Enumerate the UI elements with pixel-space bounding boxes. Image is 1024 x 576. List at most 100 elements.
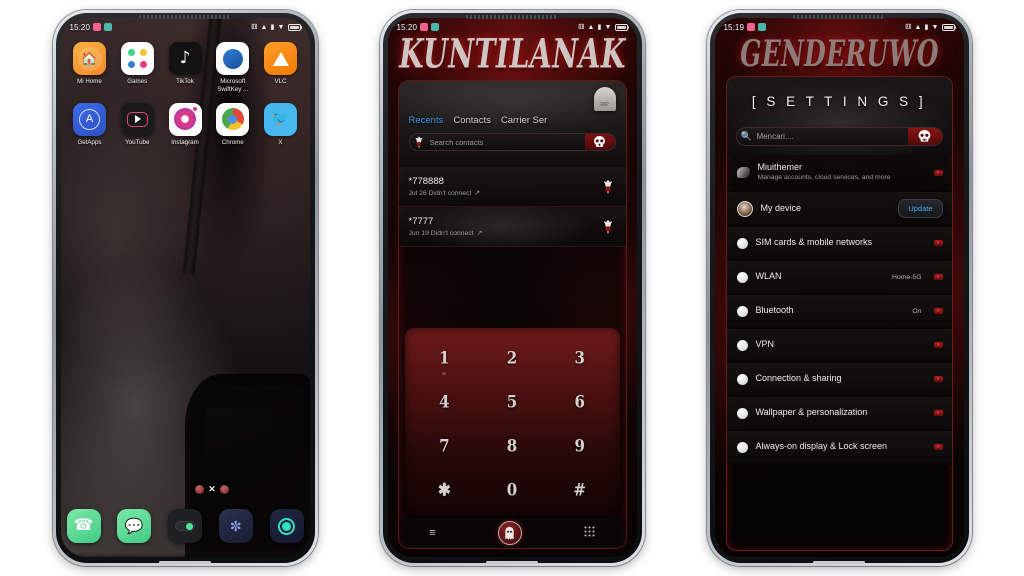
- tab-recents[interactable]: Recents: [409, 115, 444, 126]
- battery-icon: [941, 23, 956, 31]
- status-time: 15:19: [723, 22, 745, 32]
- settings-item-text: Wallpaper & personalization: [756, 407, 926, 418]
- skull-icon[interactable]: [907, 128, 942, 145]
- search-contacts-input[interactable]: Search contacts: [408, 133, 616, 151]
- dock-toggle-widget[interactable]: [168, 509, 202, 543]
- getapps-icon: A: [73, 102, 106, 136]
- theme-title: GENDERUWO: [739, 34, 939, 76]
- app-youtube[interactable]: YouTube: [115, 102, 159, 147]
- menu-icon[interactable]: ≡: [429, 527, 435, 539]
- notification-icon-2: [758, 23, 767, 31]
- settings-item-always-on-display[interactable]: Always-on display & Lock screen ›: [726, 431, 952, 466]
- settings-item-wallpaper[interactable]: Wallpaper & personalization ›: [726, 397, 952, 432]
- status-bar: 15:20 ⚅ ▲ ▮ ▼: [388, 18, 637, 36]
- call-row[interactable]: *7777 Jun 19 Didn't connect ↗: [398, 207, 626, 247]
- dialpad-key-hash[interactable]: #: [546, 468, 614, 512]
- dialpad-key-0[interactable]: 0: [478, 468, 546, 512]
- sim-icon: ▮: [270, 23, 275, 31]
- settings-item-bluetooth[interactable]: Bluetooth On ›: [726, 295, 952, 330]
- smudge-icon: [736, 167, 750, 179]
- call-number: *778888: [408, 176, 444, 187]
- app-x[interactable]: 🐦 X: [259, 102, 303, 147]
- dock-phone-icon[interactable]: ☎: [66, 509, 101, 543]
- instagram-icon: [168, 102, 202, 136]
- app-label: VLC: [274, 78, 287, 85]
- bluetooth-icon: ⚅: [578, 23, 585, 31]
- dialpad-row: 7 8 9: [411, 424, 614, 468]
- app-getapps[interactable]: A GetApps: [68, 102, 112, 147]
- dialpad-key-4[interactable]: 4: [411, 380, 479, 424]
- dialpad-key-6[interactable]: 6: [546, 380, 614, 424]
- dock-camera-icon[interactable]: [269, 509, 304, 543]
- chevron-right-icon: ›: [933, 410, 943, 417]
- page-title: [ S E T T I N G S ]: [751, 94, 927, 109]
- settings-item-vpn[interactable]: VPN ›: [726, 329, 952, 364]
- phone-home-screen: 15:20 ⚅ ▲ ▮ ▼ 🏠 Mi Home Games ♪ TikTok M…: [52, 10, 318, 566]
- app-swiftkey[interactable]: Microsoft SwiftKey ...: [211, 42, 255, 94]
- settings-item-miuithemer[interactable]: Miuithemer Manage accounts, cloud servic…: [726, 155, 952, 193]
- app-chrome[interactable]: Chrome: [211, 102, 255, 147]
- dialpad-key-2[interactable]: 2: [478, 336, 546, 380]
- page-dot-1[interactable]: [195, 485, 205, 494]
- app-tiktok[interactable]: ♪ TikTok: [163, 42, 207, 94]
- settings-panel: [ S E T T I N G S ] 🔍 Mencari.... Miuith…: [725, 76, 953, 551]
- settings-item-connection-sharing[interactable]: Connection & sharing ›: [726, 363, 952, 398]
- status-time: 15:20: [69, 22, 91, 32]
- app-label: GetApps: [77, 138, 102, 146]
- page-indicator[interactable]: ✕: [61, 484, 310, 495]
- dialpad-key-star[interactable]: ✱: [411, 468, 479, 512]
- status-bar-left: 15:20: [397, 23, 440, 32]
- phones-stage: 15:20 ⚅ ▲ ▮ ▼ 🏠 Mi Home Games ♪ TikTok M…: [0, 0, 1024, 576]
- app-vlc[interactable]: VLC: [259, 42, 303, 94]
- sim-icon: ▮: [924, 23, 929, 31]
- skull-icon[interactable]: [584, 134, 615, 150]
- app-mi-home[interactable]: 🏠 Mi Home: [68, 42, 112, 94]
- dialpad-key-8[interactable]: 8: [478, 424, 546, 468]
- dialpad-key-7[interactable]: 7: [411, 424, 479, 468]
- dialpad-key-3[interactable]: 3: [546, 336, 614, 380]
- settings-item-my-device[interactable]: My device Update: [726, 192, 952, 228]
- settings-item-text: Miuithemer Manage accounts, cloud servic…: [758, 162, 926, 183]
- tiktok-icon: ♪: [168, 42, 202, 75]
- dock-gallery-icon[interactable]: ✼: [218, 509, 253, 543]
- app-label: TikTok: [176, 78, 194, 85]
- page-dot-2[interactable]: [219, 485, 229, 494]
- settings-search-input[interactable]: 🔍 Mencari....: [735, 127, 943, 146]
- status-bar-left: 15:20: [70, 23, 113, 32]
- bluetooth-icon: ⚅: [251, 23, 258, 31]
- app-label: Mi Home: [77, 78, 102, 85]
- dialpad-key-9[interactable]: 9: [546, 424, 614, 468]
- tab-carrier-services[interactable]: Carrier Ser: [501, 115, 547, 126]
- phone-screen: 15:20 ⚅ ▲ ▮ ▼ KUNTILANAK RIP Recents Con…: [387, 18, 637, 557]
- app-label: YouTube: [125, 138, 150, 146]
- phone-screen: 15:19 ⚅ ▲ ▮ ▼ GENDERUWO [ S E T T I N G …: [714, 18, 964, 557]
- search-icon: 🔍: [740, 131, 753, 141]
- status-bar: 15:19 ⚅ ▲ ▮ ▼: [715, 18, 964, 36]
- update-button[interactable]: Update: [898, 199, 943, 219]
- settings-item-text: VPN: [756, 339, 926, 350]
- ghost-icon[interactable]: [600, 217, 616, 237]
- vlc-icon: [264, 42, 297, 75]
- settings-item-wlan[interactable]: WLAN Home-5G ›: [726, 261, 952, 296]
- dock-messages-icon[interactable]: 💬: [117, 509, 152, 543]
- settings-item-sim-cards[interactable]: SIM cards & mobile networks ›: [726, 227, 952, 262]
- keypad-icon[interactable]: [584, 526, 595, 540]
- chevron-right-icon: ›: [933, 444, 943, 451]
- mi-home-icon: 🏠: [73, 42, 106, 75]
- call-arrow-icon: ↗: [476, 230, 483, 237]
- settings-item-text: WLAN: [756, 271, 885, 282]
- chrome-icon: [216, 102, 250, 136]
- app-row-1: 🏠 Mi Home Games ♪ TikTok Microsoft Swift…: [68, 42, 303, 94]
- call-row[interactable]: *778888 Jul 26 Didn't connect ↗: [398, 167, 626, 207]
- settings-item-label: My device: [760, 202, 802, 213]
- battery-icon: [287, 23, 302, 31]
- call-button[interactable]: [497, 521, 522, 545]
- app-instagram[interactable]: Instagram: [163, 102, 207, 147]
- ghost-icon[interactable]: [600, 177, 616, 197]
- status-bar-right: ⚅ ▲ ▮ ▼: [578, 23, 629, 31]
- dialpad-key-5[interactable]: 5: [478, 380, 546, 424]
- tab-contacts[interactable]: Contacts: [453, 115, 491, 126]
- chevron-right-icon: ›: [933, 376, 943, 383]
- dialpad-key-1[interactable]: 1 ∞: [411, 336, 479, 380]
- app-games[interactable]: Games: [115, 42, 159, 94]
